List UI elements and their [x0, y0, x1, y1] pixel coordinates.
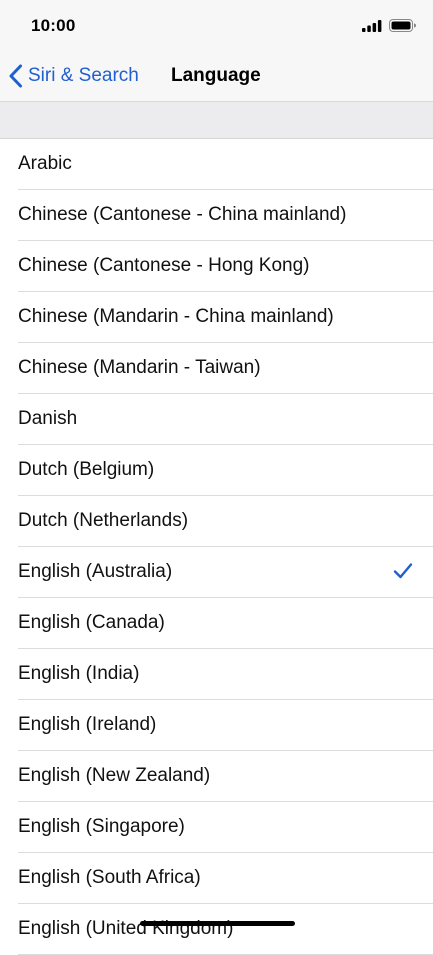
language-option[interactable]: Dutch (Netherlands): [18, 496, 433, 547]
language-option-label: Dutch (Netherlands): [18, 510, 189, 531]
language-option[interactable]: Arabic: [18, 139, 433, 190]
language-option-label: Danish: [18, 408, 78, 429]
status-time: 10:00: [31, 16, 76, 35]
language-option-label: English (Australia): [18, 561, 173, 582]
language-option[interactable]: English (United Kingdom): [18, 904, 433, 955]
back-button-label: Siri & Search: [28, 65, 139, 86]
navigation-bar: Siri & Search Language: [0, 52, 433, 102]
language-option[interactable]: English (Canada): [18, 598, 433, 649]
language-option[interactable]: Chinese (Mandarin - China mainland): [18, 292, 433, 343]
language-option-label: English (Canada): [18, 612, 165, 633]
status-icons: [362, 19, 416, 32]
chevron-left-icon: [9, 64, 22, 88]
language-option-label: Chinese (Cantonese - China mainland): [18, 204, 347, 225]
language-option[interactable]: Chinese (Cantonese - China mainland): [18, 190, 433, 241]
status-bar: 10:00: [0, 0, 433, 52]
language-option-label: English (Ireland): [18, 714, 157, 735]
battery-icon: [389, 19, 416, 32]
language-option[interactable]: Dutch (Belgium): [18, 445, 433, 496]
language-option[interactable]: English (Australia): [18, 547, 433, 598]
language-option-label: Chinese (Mandarin - Taiwan): [18, 357, 261, 378]
language-list: Arabic Chinese (Cantonese - China mainlan…: [0, 139, 433, 955]
language-option[interactable]: English (Singapore): [18, 802, 433, 853]
language-option-label: Chinese (Cantonese - Hong Kong): [18, 255, 310, 276]
language-option[interactable]: Danish: [18, 394, 433, 445]
language-option-label: English (Singapore): [18, 816, 185, 837]
language-option-label: English (New Zealand): [18, 765, 211, 786]
section-header-spacer: [0, 102, 433, 139]
home-indicator[interactable]: [140, 921, 295, 926]
page-title: Language: [171, 65, 261, 86]
language-option-label: English (South Africa): [18, 867, 201, 888]
language-option[interactable]: Chinese (Cantonese - Hong Kong): [18, 241, 433, 292]
language-option[interactable]: Chinese (Mandarin - Taiwan): [18, 343, 433, 394]
language-option[interactable]: English (New Zealand): [18, 751, 433, 802]
language-option[interactable]: English (South Africa): [18, 853, 433, 904]
signal-bars-icon: [362, 19, 382, 32]
language-option-label: English (India): [18, 663, 140, 684]
language-option-label: Chinese (Mandarin - China mainland): [18, 306, 334, 327]
language-option-label: Dutch (Belgium): [18, 459, 155, 480]
back-button[interactable]: Siri & Search: [8, 62, 139, 90]
language-option[interactable]: English (India): [18, 649, 433, 700]
language-option[interactable]: English (Ireland): [18, 700, 433, 751]
language-option-label: Arabic: [18, 153, 72, 174]
checkmark-icon: [393, 563, 413, 579]
